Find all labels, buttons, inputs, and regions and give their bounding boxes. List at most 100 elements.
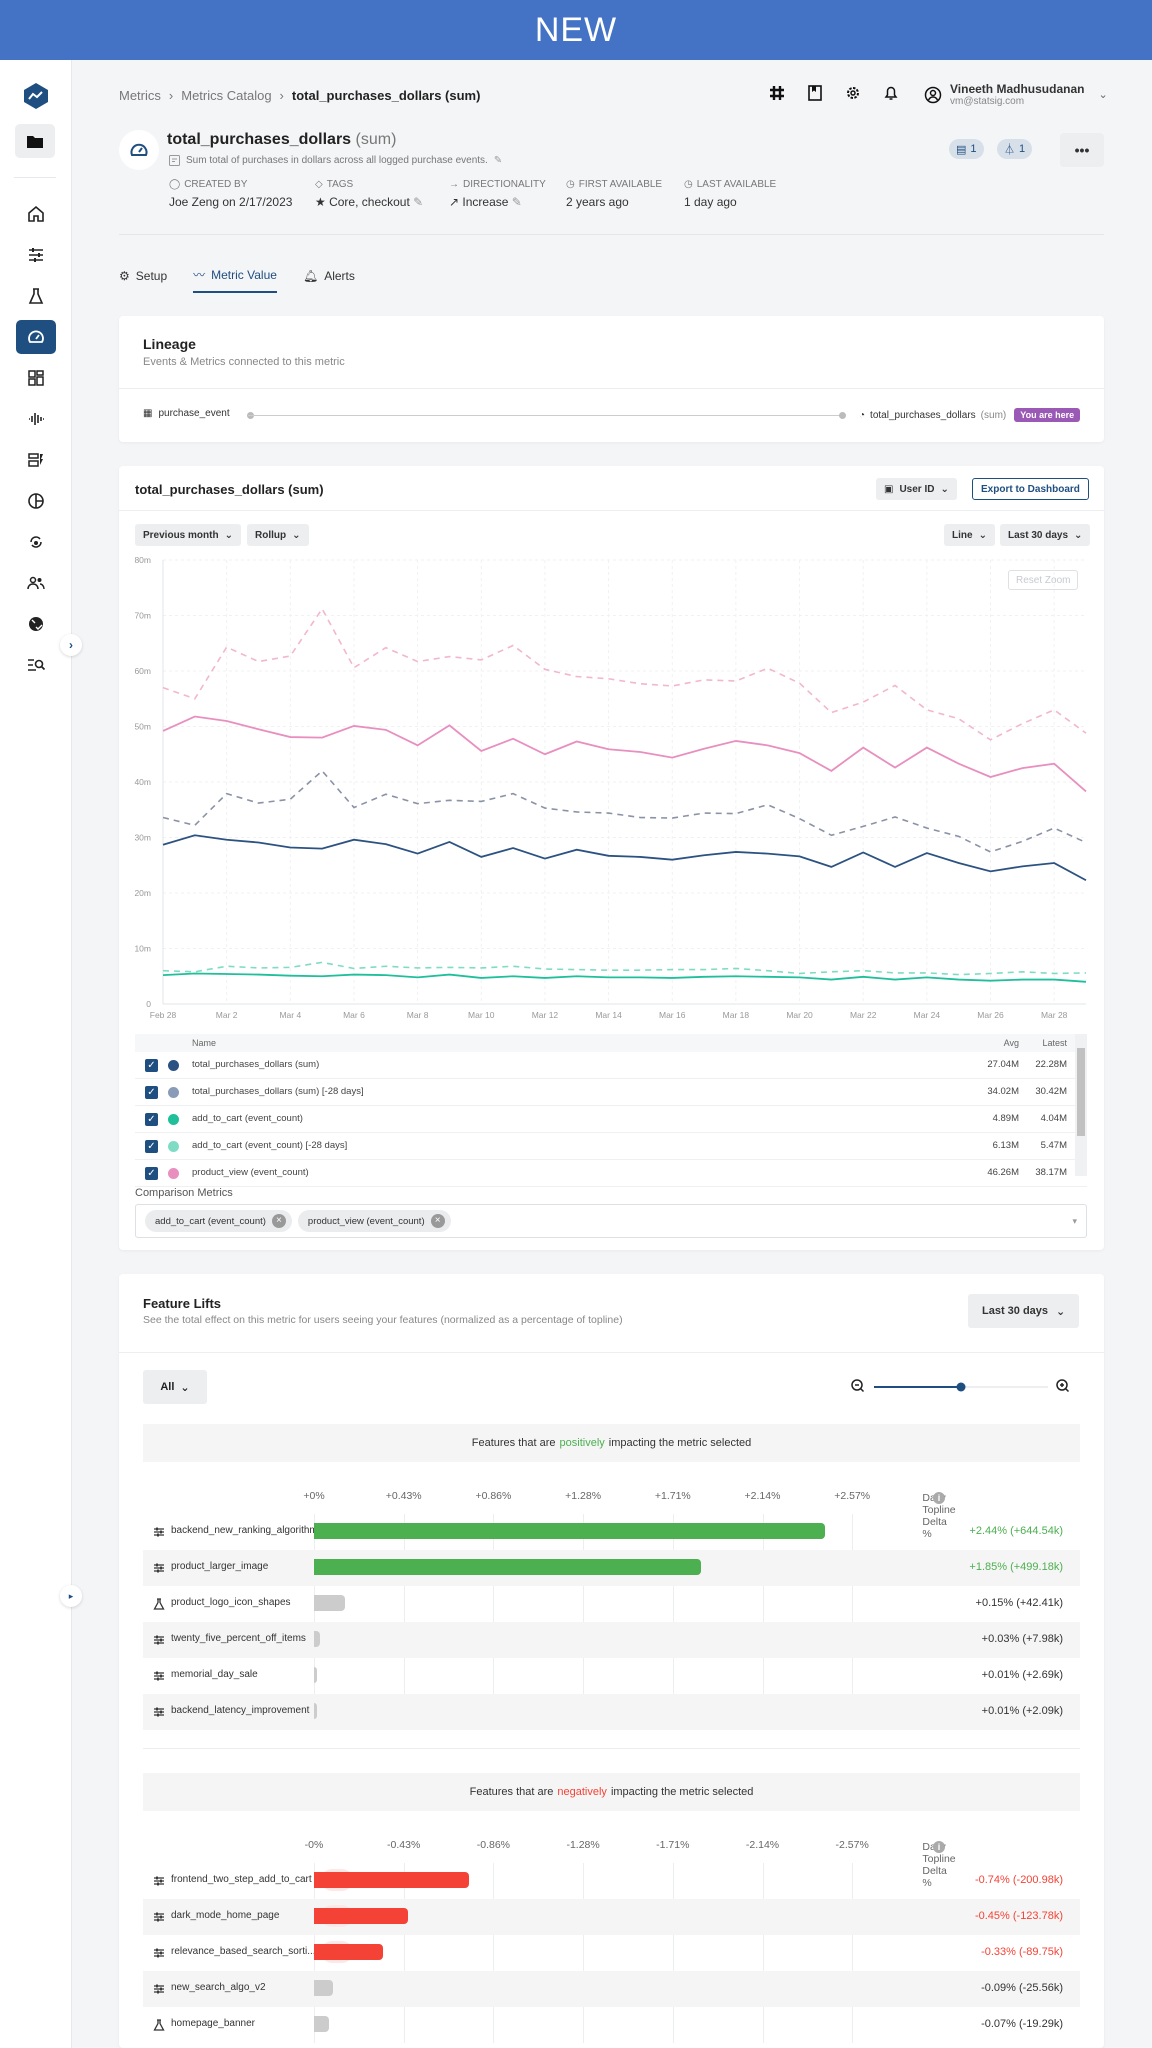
feature-name[interactable]: twenty_five_percent_off_items <box>171 1633 306 1644</box>
feature-bar[interactable] <box>314 1523 825 1539</box>
export-to-dashboard-button[interactable]: Export to Dashboard <box>972 478 1089 500</box>
sidebar-item-segments[interactable] <box>16 484 56 518</box>
zoom-out-icon[interactable] <box>851 1379 865 1393</box>
notifications-bell-icon[interactable] <box>882 84 900 102</box>
tab-setup[interactable]: ⚙ Setup <box>119 266 167 293</box>
feature-name[interactable]: product_larger_image <box>171 1561 268 1572</box>
edit-pencil-icon[interactable]: ✎ <box>494 155 502 166</box>
feature-row[interactable]: dark_mode_home_page -0.45% (-123.78k) <box>143 1899 1080 1935</box>
settings-gear-icon[interactable] <box>844 84 862 102</box>
sidebar-expand-button-lower[interactable]: ▸ <box>60 1585 82 1607</box>
feature-name[interactable]: homepage_banner <box>171 2018 255 2029</box>
feature-row[interactable]: product_logo_icon_shapes +0.15% (+42.41k… <box>143 1586 1080 1622</box>
feature-bar[interactable] <box>314 1944 384 1960</box>
feature-bar[interactable] <box>314 2016 329 2032</box>
feature-row[interactable]: homepage_banner -0.07% (-19.29k) <box>143 2007 1080 2043</box>
feature-bar[interactable] <box>314 1631 321 1647</box>
feature-name[interactable]: frontend_two_step_add_to_cart <box>171 1874 312 1885</box>
series-checkbox[interactable]: ✓ <box>145 1059 158 1072</box>
lineage-target-node[interactable]: ◔ total_purchases_dollars (sum) You are her… <box>859 408 1081 422</box>
sidebar-item-events[interactable] <box>16 402 56 436</box>
series-checkbox[interactable]: ✓ <box>145 1167 158 1180</box>
slack-icon[interactable] <box>768 84 786 102</box>
reset-zoom-button[interactable]: Reset Zoom <box>1008 570 1079 590</box>
feature-row[interactable]: relevance_based_search_sorti... -0.33% (… <box>143 1935 1080 1971</box>
sidebar-item-dashboards[interactable] <box>16 361 56 395</box>
sidebar-item-home[interactable] <box>16 197 56 231</box>
feature-name[interactable]: memorial_day_sale <box>171 1669 258 1680</box>
legend-row[interactable]: ✓ add_to_cart (event_count) [-28 days] 6… <box>135 1133 1087 1160</box>
more-options-button[interactable]: ••• <box>1060 133 1104 167</box>
zoom-in-icon[interactable] <box>1056 1379 1070 1393</box>
remove-chip-icon[interactable]: × <box>430 1214 445 1228</box>
feature-name[interactable]: product_logo_icon_shapes <box>171 1597 291 1608</box>
tab-metric-value[interactable]: 〰 Metric Value <box>193 266 277 293</box>
breadcrumb-metrics[interactable]: Metrics <box>119 88 161 103</box>
feature-bar[interactable] <box>314 1872 469 1888</box>
sidebar-item-metrics[interactable] <box>16 320 56 354</box>
dropdown-caret-icon[interactable]: ▾ <box>1072 1216 1077 1227</box>
rollup-selector[interactable]: Rollup ⌄ <box>247 524 309 546</box>
edit-pencil-icon[interactable]: ✎ <box>512 195 522 209</box>
legend-row[interactable]: ✓ product_view (event_count) 46.26M 38.1… <box>135 1160 1087 1187</box>
sidebar-item-dynamic-configs[interactable] <box>16 525 56 559</box>
feature-type-filter[interactable]: All ⌄ <box>143 1370 207 1404</box>
feature-name[interactable]: relevance_based_search_sorti... <box>171 1946 316 1957</box>
date-range-selector[interactable]: Last 30 days ⌄ <box>1000 524 1091 546</box>
series-line-product-view-event-count-[interactable] <box>162 715 1087 793</box>
sidebar-item-holdouts[interactable] <box>16 607 56 641</box>
lineage-source-node[interactable]: ▦ purchase_event <box>143 408 230 419</box>
feature-bar[interactable] <box>314 1703 317 1719</box>
feature-bar[interactable] <box>314 1908 409 1924</box>
feature-bar[interactable] <box>314 1595 346 1611</box>
feature-name[interactable]: backend_latency_improvement <box>171 1705 309 1716</box>
info-icon[interactable]: i <box>933 1492 945 1504</box>
sidebar-project-folder[interactable] <box>15 124 55 158</box>
series-checkbox[interactable]: ✓ <box>145 1140 158 1153</box>
sidebar-item-users[interactable] <box>16 566 56 600</box>
feature-bar[interactable] <box>314 1559 702 1575</box>
sidebar-item-autotune[interactable] <box>16 443 56 477</box>
series-line-total-purchases-dollars-sum-28-days-[interactable] <box>162 769 1087 853</box>
legend-row[interactable]: ✓ add_to_cart (event_count) 4.89M 4.04M <box>135 1106 1087 1133</box>
linked-docs-badge[interactable]: ▤ 1 <box>949 139 984 159</box>
user-menu[interactable]: Vineeth Madhusudanan vm@statsig.com ⌄ <box>924 82 1108 107</box>
remove-chip-icon[interactable]: × <box>271 1214 286 1228</box>
comparison-metrics-input[interactable]: add_to_cart (event_count) × product_view … <box>135 1204 1087 1238</box>
legend-scroll-thumb[interactable] <box>1077 1048 1085 1136</box>
feature-row[interactable]: product_larger_image +1.85% (+499.18k) <box>143 1550 1080 1586</box>
feature-lifts-range-selector[interactable]: Last 30 days ⌄ <box>968 1294 1080 1328</box>
series-line-total-purchases-dollars-sum-[interactable] <box>162 834 1087 882</box>
chart-type-selector[interactable]: Line ⌄ <box>944 524 995 546</box>
edit-pencil-icon[interactable]: ✎ <box>413 195 423 209</box>
legend-row[interactable]: ✓ total_purchases_dollars (sum) [-28 day… <box>135 1079 1087 1106</box>
tab-alerts[interactable]: 🔔︎ Alerts <box>303 266 355 293</box>
line-chart[interactable]: 0 10m 20m 30m 40m 50m 60m 70m 80m Feb 28 Mar 2 Mar … <box>119 550 1104 1034</box>
unit-id-selector[interactable]: ▣ User ID ⌄ <box>876 478 957 500</box>
feature-name[interactable]: new_search_algo_v2 <box>171 1982 266 1993</box>
feature-row[interactable]: new_search_algo_v2 -0.09% (-25.56k) <box>143 1971 1080 2007</box>
feature-row[interactable]: memorial_day_sale +0.01% (+2.69k) <box>143 1658 1080 1694</box>
series-line-product-view-event-count-28-days-[interactable] <box>162 607 1087 741</box>
compare-period-selector[interactable]: Previous month ⌄ <box>135 524 241 546</box>
zoom-slider-handle[interactable] <box>956 1382 966 1392</box>
legend-scrollbar[interactable] <box>1075 1034 1087 1176</box>
feature-row[interactable]: twenty_five_percent_off_items +0.03% (+7… <box>143 1622 1080 1658</box>
statsig-logo-icon[interactable] <box>22 82 50 110</box>
legend-row[interactable]: ✓ total_purchases_dollars (sum) 27.04M 2… <box>135 1052 1087 1079</box>
docs-book-icon[interactable] <box>806 84 824 102</box>
sidebar-item-feature-gates[interactable] <box>16 238 56 272</box>
info-icon[interactable]: i <box>933 1841 945 1853</box>
feature-name[interactable]: dark_mode_home_page <box>171 1910 279 1921</box>
feature-row[interactable]: backend_new_ranking_algorithm_lau... +2.… <box>143 1514 1080 1550</box>
series-checkbox[interactable]: ✓ <box>145 1113 158 1126</box>
feature-bar[interactable] <box>314 1667 317 1683</box>
series-line-add-to-cart-event-count-28-days-[interactable] <box>162 961 1087 976</box>
feature-bar[interactable] <box>314 1980 333 1996</box>
series-checkbox[interactable]: ✓ <box>145 1086 158 1099</box>
feature-row[interactable]: frontend_two_step_add_to_cart -0.74% (-2… <box>143 1863 1080 1899</box>
sidebar-item-experiments[interactable] <box>16 279 56 313</box>
breadcrumb-metrics-catalog[interactable]: Metrics Catalog <box>181 88 271 103</box>
feature-row[interactable]: backend_latency_improvement +0.01% (+2.0… <box>143 1694 1080 1730</box>
linked-experiments-badge[interactable]: ⏃ 1 <box>997 139 1033 159</box>
